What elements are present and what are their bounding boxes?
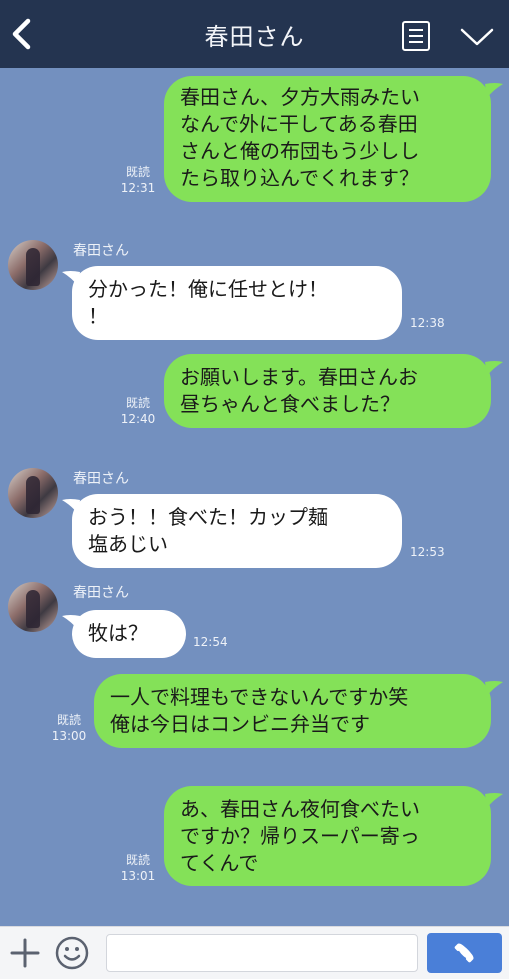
message-time: 12:31	[120, 181, 156, 195]
call-button[interactable]	[427, 933, 502, 973]
bubble-tail-icon	[485, 83, 503, 98]
input-bar	[0, 926, 509, 979]
sender-name: 春田さん	[73, 585, 129, 601]
chat-area[interactable]: 春田さん、夕方大雨みたい なんで外に干してある春田 さんと俺の布団もう少しし た…	[0, 68, 509, 926]
message-bubble[interactable]: おう！！食べた！カップ麺 塩あじい	[72, 494, 402, 568]
message-meta: 既読 13:01	[116, 852, 160, 884]
message-time: 12:40	[120, 412, 156, 426]
message-time: 12:53	[410, 545, 445, 559]
read-receipt: 既読	[125, 396, 150, 410]
smile-icon[interactable]	[54, 935, 90, 971]
message-meta: 既読 12:40	[116, 395, 160, 427]
message-bubble[interactable]: 一人で料理もできないんですか笑 俺は今日はコンビニ弁当です	[94, 674, 491, 748]
message-time: 12:54	[193, 635, 228, 649]
avatar[interactable]	[8, 240, 58, 290]
bubble-tail-icon	[485, 681, 503, 696]
message-meta: 既読 13:00	[47, 712, 91, 744]
message-meta: 既読 12:31	[116, 164, 160, 196]
chevron-down-icon[interactable]	[460, 26, 494, 48]
chat-header: 春田さん	[0, 0, 509, 68]
message-time: 13:00	[51, 729, 87, 743]
message-bubble[interactable]: お願いします。春田さんお 昼ちゃんと食べました？	[164, 354, 491, 428]
avatar[interactable]	[8, 468, 58, 518]
notes-icon[interactable]	[401, 20, 431, 52]
message-bubble[interactable]: あ、春田さん夜何食べたい ですか？帰りスーパー寄っ てくんで	[164, 786, 491, 886]
bubble-tail-icon	[485, 361, 503, 376]
read-receipt: 既読	[56, 713, 81, 727]
message-bubble[interactable]: 牧は？	[72, 610, 186, 658]
message-time: 13:01	[120, 869, 156, 883]
sender-name: 春田さん	[73, 471, 129, 487]
read-receipt: 既読	[125, 853, 150, 867]
message-bubble[interactable]: 春田さん、夕方大雨みたい なんで外に干してある春田 さんと俺の布団もう少しし た…	[164, 76, 491, 202]
message-input[interactable]	[106, 934, 418, 972]
read-receipt: 既読	[125, 165, 150, 179]
plus-icon[interactable]	[8, 936, 42, 970]
avatar[interactable]	[8, 582, 58, 632]
sender-name: 春田さん	[73, 243, 129, 259]
bubble-tail-icon	[485, 793, 503, 808]
phone-icon	[454, 943, 474, 963]
message-bubble[interactable]: 分かった！俺に任せとけ！ ！	[72, 266, 402, 340]
chat-title: 春田さん	[204, 23, 305, 51]
message-time: 12:38	[410, 316, 445, 330]
